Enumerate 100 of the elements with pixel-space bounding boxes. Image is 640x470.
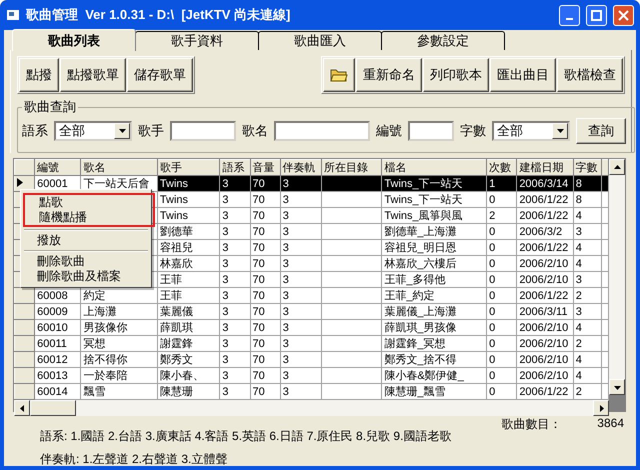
- tab[interactable]: 歌曲匯入: [258, 31, 382, 50]
- toolbar-button[interactable]: 點撥歌單: [60, 58, 126, 92]
- column-header[interactable]: 所在目錄: [322, 160, 382, 176]
- table-cell: 3: [280, 256, 322, 272]
- table-cell: 4: [573, 368, 602, 384]
- tab[interactable]: 參數設定: [381, 31, 505, 50]
- scroll-right-button[interactable]: [593, 400, 609, 416]
- table-cell: 3: [280, 192, 322, 208]
- column-header[interactable]: 建檔日期: [516, 160, 574, 176]
- column-header[interactable]: 歌名: [80, 160, 158, 176]
- column-header[interactable]: 語系: [220, 160, 250, 176]
- toolbar-button[interactable]: 重新命名: [356, 58, 422, 92]
- column-header[interactable]: 音量: [250, 160, 280, 176]
- horizontal-scrollbar[interactable]: [14, 400, 609, 416]
- table-cell: 60012: [34, 352, 81, 368]
- arrow-icon: [614, 164, 620, 170]
- menu-item[interactable]: 點歌: [25, 195, 153, 210]
- search-button[interactable]: 查詢: [576, 118, 626, 144]
- dropdown[interactable]: 全部: [54, 121, 132, 141]
- table-cell: 陳慧珊: [157, 384, 220, 400]
- table-cell: 3: [280, 336, 322, 352]
- table-cell: 3: [220, 352, 250, 368]
- table-cell: 0: [486, 384, 517, 400]
- table-cell: 一於奉陪: [80, 368, 158, 384]
- column-header[interactable]: 伴奏軌: [280, 160, 322, 176]
- legend-text: 語系: 1.國語 2.台語 3.廣東話 4.客語 5.英語 6.日語 7.原住民 8.兒歌 9.國語老歌: [40, 428, 452, 445]
- field-label: 歌名: [242, 122, 268, 140]
- table-cell: 60009: [34, 304, 81, 320]
- field-label: 歌手: [138, 122, 164, 140]
- table-cell: 3: [220, 192, 250, 208]
- maximize-button[interactable]: [586, 4, 607, 26]
- table-cell: 3: [573, 304, 602, 320]
- toolbar-button[interactable]: 儲存歌單: [127, 58, 193, 92]
- table-cell: 8: [573, 176, 602, 192]
- table-cell: 60014: [34, 384, 81, 400]
- table-cell: 0: [486, 256, 517, 272]
- tab[interactable]: 歌手資料: [135, 31, 259, 50]
- vertical-scrollbar[interactable]: [609, 159, 625, 395]
- close-button[interactable]: [613, 4, 634, 26]
- menu-item[interactable]: 撥放: [23, 233, 149, 248]
- table-cell: 60013: [34, 368, 81, 384]
- minimize-button[interactable]: [559, 4, 580, 26]
- table-cell: 3: [220, 240, 250, 256]
- menu-item[interactable]: 刪除歌曲及檔案: [23, 269, 149, 284]
- table-cell: 林嘉欣_六樓后: [382, 256, 487, 272]
- table-cell: 謝霆鋒: [157, 336, 220, 352]
- table-cell: 70: [250, 208, 280, 224]
- toolbar-button[interactable]: 列印歌本: [423, 58, 489, 92]
- input-field[interactable]: [274, 121, 370, 141]
- arrow-icon: [614, 384, 620, 390]
- toolbar-button[interactable]: 歌檔檢查: [557, 58, 623, 92]
- table-cell: 3: [280, 240, 322, 256]
- table-cell: 王菲_約定: [382, 288, 487, 304]
- table-cell: 70: [250, 320, 280, 336]
- table-cell: 2: [573, 288, 602, 304]
- app-icon: [6, 8, 20, 22]
- scroll-down-button[interactable]: [609, 379, 625, 395]
- scroll-thumb[interactable]: [30, 400, 76, 416]
- table-cell: 0: [486, 224, 517, 240]
- input-field[interactable]: [170, 121, 236, 141]
- table-cell: 3: [220, 272, 250, 288]
- table-cell: 3: [280, 352, 322, 368]
- table-cell: 容祖兒: [157, 240, 220, 256]
- table-cell: 70: [250, 336, 280, 352]
- scroll-left-button[interactable]: [14, 400, 30, 416]
- table-cell: 陳慧珊_飄雪: [382, 384, 487, 400]
- table-cell: 王菲: [157, 288, 220, 304]
- scroll-up-button[interactable]: [609, 159, 625, 175]
- dropdown[interactable]: 全部: [492, 121, 570, 141]
- column-header[interactable]: 編號: [34, 160, 81, 176]
- table-cell: 70: [250, 272, 280, 288]
- menu-item[interactable]: 刪除歌曲: [23, 254, 149, 269]
- table-cell: 上海灘: [80, 304, 158, 320]
- input-field[interactable]: [408, 121, 454, 141]
- maximize-icon: [591, 10, 602, 20]
- tab[interactable]: 歌曲列表: [12, 29, 136, 51]
- column-header[interactable]: 檔名: [382, 160, 487, 176]
- table-cell: 70: [250, 192, 280, 208]
- group-title: 歌曲查詢: [23, 98, 77, 116]
- table-cell: 3: [220, 224, 250, 240]
- table-cell: 薛凱琪_男孩像: [382, 320, 487, 336]
- open-folder-button[interactable]: [323, 58, 355, 92]
- row-header[interactable]: [14, 288, 35, 304]
- table-cell: 3: [573, 272, 602, 288]
- toolbar-button[interactable]: 點撥: [19, 58, 59, 92]
- table-cell: 0: [486, 240, 517, 256]
- menu-item[interactable]: 隨機點播: [25, 210, 153, 225]
- column-header[interactable]: 歌手: [157, 160, 220, 176]
- table-cell: 鄭秀文: [157, 352, 220, 368]
- table-cell: 2: [573, 336, 602, 352]
- table-cell: 3: [280, 320, 322, 336]
- table-cell: 70: [250, 256, 280, 272]
- table-cell: 60010: [34, 320, 81, 336]
- table-cell: 0: [486, 352, 517, 368]
- column-header[interactable]: 字數: [573, 160, 602, 176]
- table-cell: 2006/1/22: [516, 208, 574, 224]
- table-cell: 3: [280, 304, 322, 320]
- column-header[interactable]: 次數: [486, 160, 517, 176]
- toolbar-button[interactable]: 匯出曲目: [490, 58, 556, 92]
- arrow-icon: [598, 404, 604, 412]
